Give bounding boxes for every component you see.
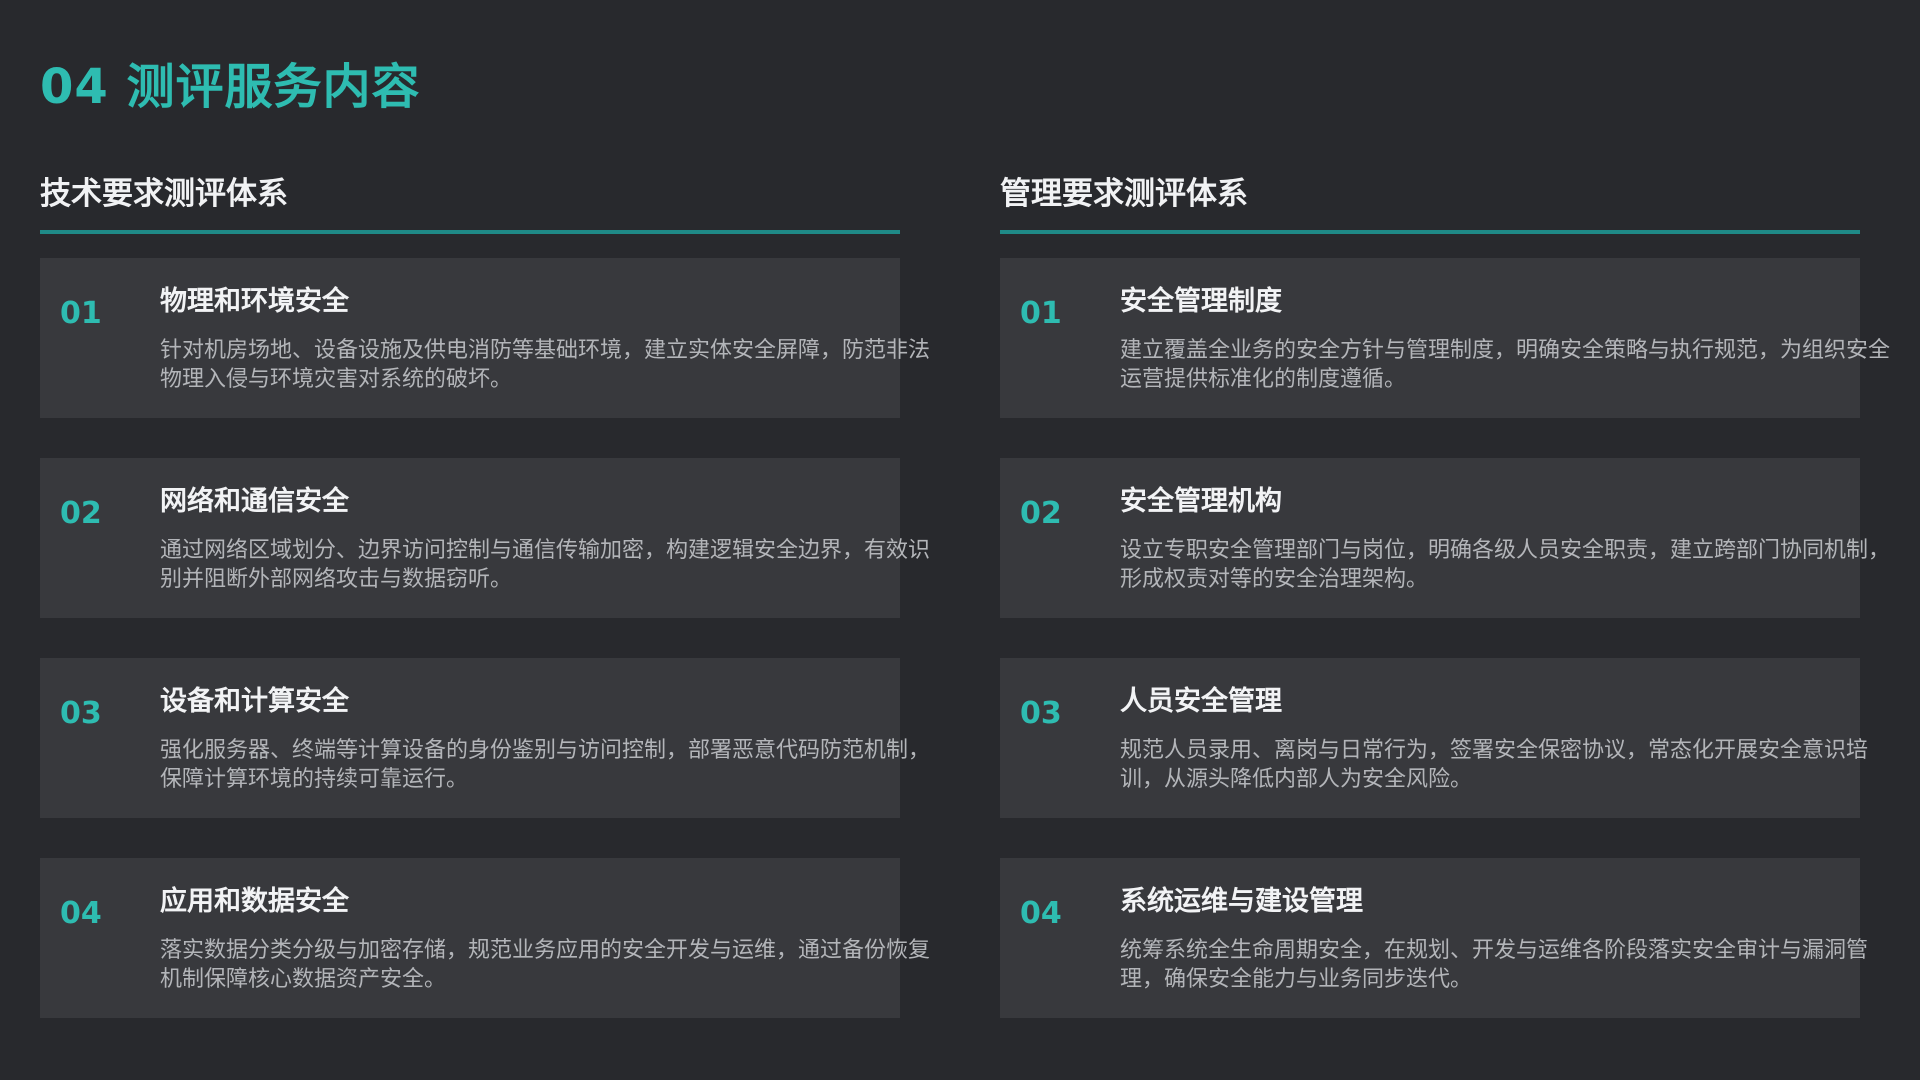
item-number: 04 [60, 896, 102, 931]
item-card: 01 安全管理制度 建立覆盖全业务的安全方针与管理制度，明确安全策略与执行规范，… [1000, 258, 1890, 418]
page-title: 04 测评服务内容 [40, 59, 421, 115]
item-title: 物理和环境安全 [160, 286, 349, 317]
slide: 04 测评服务内容 技术要求测评体系 01 物理和环境安全 针对机房场地、设备设… [0, 0, 1920, 1080]
item-description: 规范人员录用、离岗与日常行为，签署安全保密协议，常态化开展安全意识培训，从源头降… [1120, 738, 1869, 792]
item-card: 03 设备和计算安全 强化服务器、终端等计算设备的身份鉴别与访问控制，部署恶意代… [40, 658, 930, 818]
technical-requirements-column: 技术要求测评体系 01 物理和环境安全 针对机房场地、设备设施及供电消防等基础环… [40, 168, 930, 1058]
item-description: 针对机房场地、设备设施及供电消防等基础环境，建立实体安全屏障，防范非法物理入侵与… [160, 338, 931, 392]
item-description: 建立覆盖全业务的安全方针与管理制度，明确安全策略与执行规范，为组织安全运营提供标… [1120, 338, 1891, 392]
column-header: 管理要求测评体系 [1000, 168, 1860, 234]
item-number: 03 [1020, 696, 1062, 731]
item-title: 系统运维与建设管理 [1120, 886, 1363, 917]
item-description: 设立专职安全管理部门与岗位，明确各级人员安全职责，建立跨部门协同机制，形成权责对… [1120, 538, 1891, 592]
item-description: 强化服务器、终端等计算设备的身份鉴别与访问控制，部署恶意代码防范机制，保障计算环… [160, 738, 931, 792]
item-card: 04 系统运维与建设管理 统筹系统全生命周期安全，在规划、开发与运维各阶段落实安… [1000, 858, 1868, 1018]
item-card: 01 物理和环境安全 针对机房场地、设备设施及供电消防等基础环境，建立实体安全屏… [40, 258, 930, 418]
item-number: 02 [60, 496, 102, 531]
item-number: 03 [60, 696, 102, 731]
item-description: 统筹系统全生命周期安全，在规划、开发与运维各阶段落实安全审计与漏洞管理，确保安全… [1120, 938, 1869, 992]
item-title: 应用和数据安全 [160, 886, 349, 917]
column-header: 技术要求测评体系 [40, 168, 900, 234]
item-description: 落实数据分类分级与加密存储，规范业务应用的安全开发与运维，通过备份恢复机制保障核… [160, 938, 931, 992]
card-list: 01 安全管理制度 建立覆盖全业务的安全方针与管理制度，明确安全策略与执行规范，… [1000, 258, 1890, 1018]
item-title: 设备和计算安全 [160, 686, 349, 717]
item-title: 安全管理制度 [1120, 286, 1282, 317]
card-list: 01 物理和环境安全 针对机房场地、设备设施及供电消防等基础环境，建立实体安全屏… [40, 258, 930, 1018]
item-card: 02 网络和通信安全 通过网络区域划分、边界访问控制与通信传输加密，构建逻辑安全… [40, 458, 930, 618]
item-card: 02 安全管理机构 设立专职安全管理部门与岗位，明确各级人员安全职责，建立跨部门… [1000, 458, 1890, 618]
item-title: 网络和通信安全 [160, 486, 349, 517]
item-title: 安全管理机构 [1120, 486, 1282, 517]
item-number: 04 [1020, 896, 1062, 931]
item-card: 03 人员安全管理 规范人员录用、离岗与日常行为，签署安全保密协议，常态化开展安… [1000, 658, 1868, 818]
item-number: 01 [60, 296, 102, 331]
item-description: 通过网络区域划分、边界访问控制与通信传输加密，构建逻辑安全边界，有效识别并阻断外… [160, 538, 931, 592]
item-title: 人员安全管理 [1120, 686, 1282, 717]
item-number: 02 [1020, 496, 1062, 531]
management-requirements-column: 管理要求测评体系 01 安全管理制度 建立覆盖全业务的安全方针与管理制度，明确安… [1000, 168, 1890, 1058]
item-number: 01 [1020, 296, 1062, 331]
item-card: 04 应用和数据安全 落实数据分类分级与加密存储，规范业务应用的安全开发与运维，… [40, 858, 930, 1018]
